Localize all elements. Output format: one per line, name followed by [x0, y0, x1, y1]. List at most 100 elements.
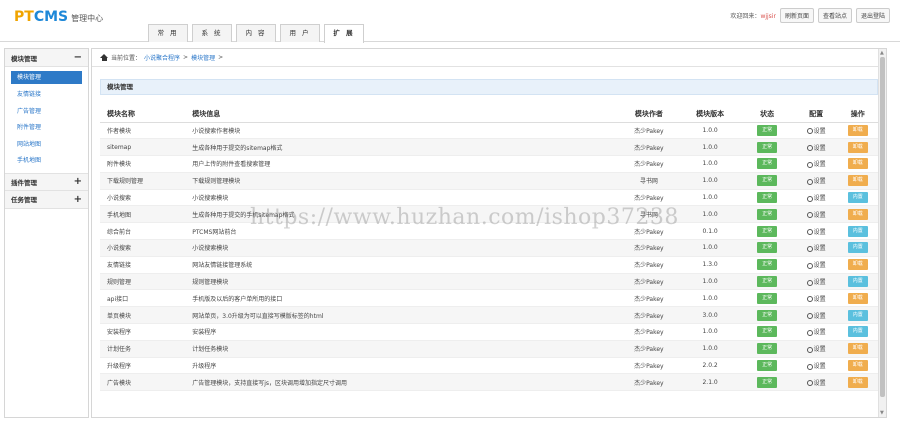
tab-system[interactable]: 系 统: [192, 24, 232, 42]
sidebar-item-module-management[interactable]: 模块管理: [11, 71, 82, 84]
settings-link[interactable]: 设置: [806, 229, 826, 236]
settings-link[interactable]: 设置: [806, 296, 826, 303]
settings-link[interactable]: 设置: [806, 128, 826, 135]
breadcrumb-prefix: 当前位置：: [111, 55, 142, 62]
settings-link[interactable]: 设置: [806, 363, 826, 370]
settings-link[interactable]: 设置: [806, 380, 826, 387]
module-version: 1.0.0: [680, 289, 740, 308]
uninstall-button[interactable]: 卸载: [847, 208, 868, 220]
module-author: 杰少Pakey: [616, 239, 681, 257]
scroll-down-icon[interactable]: ▼: [880, 410, 884, 416]
action-cell: 内置: [837, 189, 878, 207]
logout-button[interactable]: 退出登陆: [855, 8, 890, 23]
settings-link[interactable]: 设置: [806, 329, 826, 336]
vertical-scrollbar[interactable]: ▲ ▼: [878, 49, 886, 417]
status-badge: 正常: [757, 141, 778, 153]
scrollbar-thumb[interactable]: [880, 57, 885, 397]
module-name: 升级程序: [100, 357, 186, 375]
app-logo[interactable]: PTCMS 管理中心: [14, 9, 103, 25]
uninstall-button[interactable]: 卸载: [847, 343, 868, 355]
table-row: 安装程序 安装程序 杰少Pakey 1.0.0 正常 设置 内置: [100, 323, 878, 341]
settings-link[interactable]: 设置: [806, 279, 826, 286]
table-row: 综合前台 PTCMS网站前台 杰少Pakey 0.1.0 正常 设置 内置: [100, 222, 878, 241]
module-info: 小说搜索模块: [185, 189, 617, 207]
logo-mark: PTCMS: [14, 9, 68, 25]
tab-content[interactable]: 内 容: [236, 24, 276, 42]
sidebar-group-module-management[interactable]: 模块管理 −: [5, 49, 88, 67]
module-name: 安装程序: [100, 323, 186, 341]
uninstall-button[interactable]: 卸载: [847, 158, 868, 170]
gear-icon: [806, 161, 813, 168]
welcome-label: 欢迎回来：: [730, 13, 761, 20]
settings-link[interactable]: 设置: [806, 145, 826, 152]
config-cell: 设置: [794, 357, 838, 375]
gear-icon: [806, 279, 813, 286]
module-version: 0.1.0: [680, 222, 740, 241]
action-cell: 内置: [837, 323, 878, 341]
tab-common[interactable]: 常 用: [148, 24, 188, 42]
sidebar-item-mobile-sitemap[interactable]: 手机地图: [5, 153, 88, 170]
uninstall-button[interactable]: 卸载: [847, 292, 868, 304]
settings-link[interactable]: 设置: [806, 178, 826, 185]
sidebar-item-ad-management[interactable]: 广告管理: [5, 104, 88, 121]
sidebar-item-attachment-management[interactable]: 附件管理: [5, 120, 88, 137]
uninstall-button[interactable]: 卸载: [847, 376, 868, 388]
settings-link[interactable]: 设置: [806, 346, 826, 353]
table-body: 作者模块 小说搜索作者模块 杰少Pakey 1.0.0 正常 设置 卸载 sitemap 生成各…: [100, 122, 878, 392]
gear-icon: [806, 145, 813, 152]
uninstall-button[interactable]: 卸载: [847, 175, 868, 187]
refresh-page-button[interactable]: 刷新页面: [779, 8, 814, 23]
status-cell: 正常: [739, 239, 795, 257]
module-version: 1.0.0: [680, 273, 740, 291]
module-name: 作者模块: [100, 122, 186, 140]
uninstall-button[interactable]: 卸载: [847, 124, 868, 136]
module-info: 升级程序: [185, 357, 617, 375]
expand-icon[interactable]: +: [74, 176, 82, 187]
module-author: 杰少Pakey: [616, 273, 681, 291]
settings-link[interactable]: 设置: [806, 313, 826, 320]
builtin-badge: 内置: [847, 225, 868, 237]
settings-link[interactable]: 设置: [806, 195, 826, 202]
settings-link[interactable]: 设置: [806, 262, 826, 269]
module-info: 网站单页，3.0升级为可以直接写模版标签的html: [185, 306, 617, 325]
status-badge: 正常: [757, 259, 778, 271]
tab-extensions[interactable]: 扩 展: [324, 24, 364, 43]
main-nav-tabs: 常 用 系 统 内 容 用 户 扩 展: [148, 24, 364, 43]
username: wjjsir: [760, 13, 776, 20]
status-cell: 正常: [739, 323, 795, 341]
scroll-up-icon[interactable]: ▲: [880, 50, 884, 56]
uninstall-button[interactable]: 卸载: [847, 360, 868, 372]
col-header-action: 操作: [837, 106, 878, 123]
expand-icon[interactable]: +: [74, 194, 82, 205]
sidebar-group-task-management[interactable]: 任务管理 +: [5, 190, 88, 209]
breadcrumb-separator: >: [218, 54, 224, 61]
logo-pt-text: PT: [14, 9, 34, 25]
action-cell: 卸载: [837, 357, 878, 375]
status-cell: 正常: [739, 205, 795, 224]
breadcrumb-link-module-management[interactable]: 模块管理: [191, 53, 215, 62]
module-name: 综合前台: [100, 222, 186, 241]
module-info: 生成各种用于提交的手机sitemap格式: [185, 205, 617, 224]
view-site-button[interactable]: 查看站点: [817, 8, 852, 23]
settings-link[interactable]: 设置: [806, 245, 826, 252]
breadcrumb-link-novel-program[interactable]: 小说聚合程序: [144, 53, 180, 62]
sidebar-item-sitemap[interactable]: 网站地图: [5, 137, 88, 154]
module-version: 1.0.0: [680, 172, 740, 190]
action-cell: 卸载: [837, 205, 878, 224]
settings-link[interactable]: 设置: [806, 212, 826, 219]
sidebar-item-friend-links[interactable]: 友情链接: [5, 87, 88, 104]
tab-users[interactable]: 用 户: [280, 24, 320, 42]
module-author: 杰少Pakey: [616, 357, 681, 375]
module-version: 2.1.0: [680, 373, 740, 392]
sidebar-group-plugin-management[interactable]: 插件管理 +: [5, 172, 88, 191]
action-cell: 卸载: [837, 172, 878, 190]
uninstall-button[interactable]: 卸载: [847, 141, 868, 153]
table-row: 手机地图 生成各种用于提交的手机sitemap格式 寻书网 1.0.0 正常 设置 卸载: [100, 205, 878, 224]
uninstall-button[interactable]: 卸载: [847, 259, 868, 271]
settings-link[interactable]: 设置: [806, 161, 826, 168]
module-author: 杰少Pakey: [616, 340, 681, 358]
status-cell: 正常: [739, 357, 795, 375]
collapse-icon[interactable]: −: [74, 52, 82, 63]
config-cell: 设置: [794, 373, 838, 392]
gear-icon: [806, 329, 813, 336]
